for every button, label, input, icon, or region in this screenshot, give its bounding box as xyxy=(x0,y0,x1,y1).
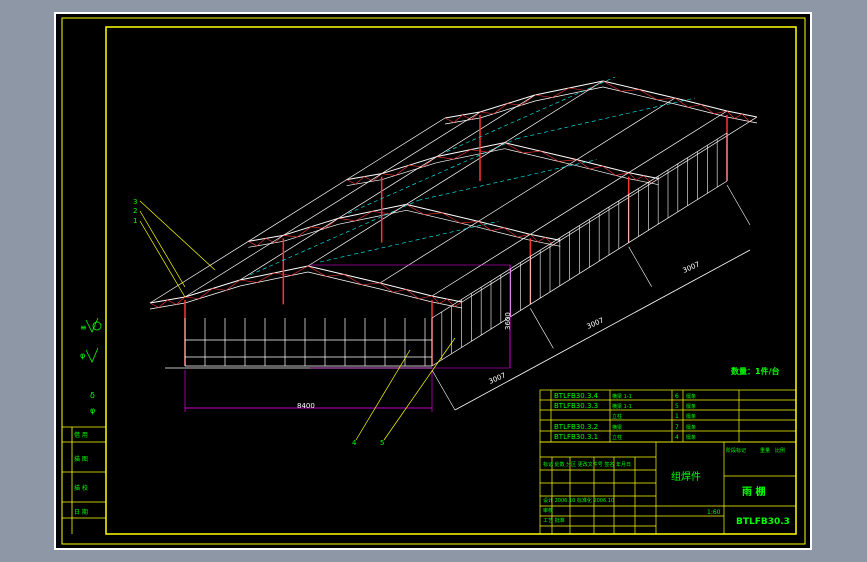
drawing-sheet xyxy=(54,12,812,550)
part-code-5: BTLFB30.3.1 xyxy=(554,433,598,441)
quantity-note: 数量：1件/台 xyxy=(731,366,780,376)
scale-value: 1:60 xyxy=(707,509,721,516)
side-symbol-1: ≡ xyxy=(80,323,87,332)
dimension-height: 3600 xyxy=(504,312,512,330)
part-type-4: 檩条 xyxy=(686,424,696,431)
title-row-3: 审核 xyxy=(543,507,553,514)
side-label-4: 日 期 xyxy=(74,508,88,516)
part-no-4: 7 xyxy=(675,424,679,431)
part-name-5: 立柱 xyxy=(612,434,622,441)
side-symbol-2: φ xyxy=(80,351,85,360)
weight-label: 重量 xyxy=(760,447,770,454)
dimension-width: 8400 xyxy=(297,402,315,410)
title-row-2: 设计 2006.10 标准化 2006.10 xyxy=(543,497,614,504)
scale-label: 比例 xyxy=(775,447,785,454)
callout-2: 2 xyxy=(133,207,137,215)
part-name-1: 横梁 1-1 xyxy=(612,393,632,400)
part-no-3: 1 xyxy=(675,413,679,420)
callout-1: 1 xyxy=(133,217,137,225)
part-type-1: 檩条 xyxy=(686,393,696,400)
side-label-1: 借 用 xyxy=(74,431,88,439)
part-name-3: 立柱 xyxy=(612,413,622,420)
title-row-4: 工艺 批准 xyxy=(543,517,565,524)
part-type-3: 檩条 xyxy=(686,413,696,420)
callout-3: 3 xyxy=(133,198,137,206)
part-code-1: BTLFB30.3.4 xyxy=(554,392,599,400)
part-name-2: 横梁 1-1 xyxy=(612,403,632,410)
part-name-title: 雨 棚 xyxy=(742,485,765,498)
side-symbol-4: φ xyxy=(90,406,95,415)
part-no-5: 4 xyxy=(675,434,679,441)
side-label-3: 描 校 xyxy=(74,484,88,492)
drawing-number: BTLFB30.3 xyxy=(736,517,790,527)
part-no-1: 6 xyxy=(675,393,679,400)
part-type-2: 檩条 xyxy=(686,403,696,410)
part-type-5: 檩条 xyxy=(686,434,696,441)
part-code-4: BTLFB30.3.2 xyxy=(554,423,598,431)
part-code-2: BTLFB30.3.3 xyxy=(554,402,598,410)
callout-4: 4 xyxy=(352,439,357,447)
assembly-name: 组焊件 xyxy=(671,470,701,483)
stage-label: 阶段标记 xyxy=(726,447,746,454)
part-name-4: 横梁 xyxy=(612,424,622,431)
side-symbol-3: δ xyxy=(90,391,95,400)
cad-drawing-canvas: ≡ φ δ φ 借 用 描 图 描 校 日 期 3 2 1 4 5 8400 3… xyxy=(54,12,812,550)
callout-5: 5 xyxy=(380,439,384,447)
title-row-1: 标记 处数 分区 更改文件号 签名 年月日 xyxy=(543,461,631,468)
part-no-2: 5 xyxy=(675,403,679,410)
side-label-2: 描 图 xyxy=(74,455,88,463)
